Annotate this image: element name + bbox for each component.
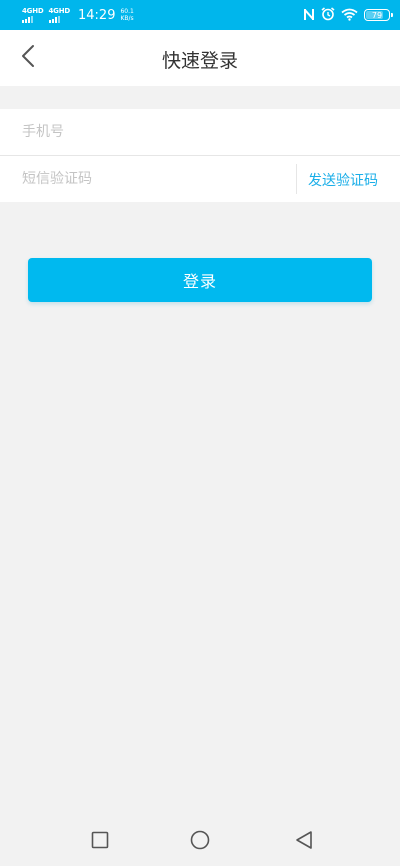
- login-button[interactable]: 登录: [28, 258, 372, 302]
- signal-1: 4GHD: [22, 6, 44, 23]
- phone-row: [0, 109, 400, 155]
- alarm-icon: [321, 6, 335, 25]
- nfc-icon: [303, 6, 315, 25]
- signal-bars-icon: [48, 15, 60, 23]
- system-nav-bar: [0, 818, 400, 866]
- phone-input[interactable]: [22, 117, 378, 147]
- network-speed-unit: KB/s: [120, 15, 134, 22]
- recent-apps-button[interactable]: [88, 830, 112, 854]
- status-bar: 4GHD 4GHD 14:29 60.1 KB/s 79: [0, 0, 400, 30]
- signal-2-label: 4GHD: [48, 6, 71, 15]
- battery-level: 79: [371, 10, 383, 20]
- code-row: 发送验证码: [0, 155, 400, 202]
- home-icon: [190, 830, 210, 854]
- signal-bars-icon: [22, 15, 33, 23]
- recent-apps-icon: [91, 831, 109, 853]
- login-form: 发送验证码: [0, 109, 400, 202]
- battery-icon: 79: [364, 9, 393, 21]
- page-title: 快速登录: [161, 50, 238, 72]
- sms-code-input[interactable]: [22, 164, 282, 194]
- status-time: 14:29: [78, 7, 116, 23]
- nav-back-button[interactable]: [292, 830, 316, 854]
- divider: [296, 164, 297, 194]
- network-speed-value: 60.1: [120, 8, 134, 15]
- home-button[interactable]: [188, 830, 212, 854]
- status-icons: 79: [303, 6, 393, 25]
- signal-1-label: 4GHD: [22, 6, 44, 15]
- signal-2: 4GHD: [48, 6, 71, 23]
- network-speed: 60.1 KB/s: [120, 8, 133, 22]
- send-code-button[interactable]: 发送验证码: [308, 156, 378, 203]
- back-icon: [295, 830, 313, 854]
- page-header: 快速登录: [0, 30, 400, 86]
- wifi-icon: [341, 6, 358, 25]
